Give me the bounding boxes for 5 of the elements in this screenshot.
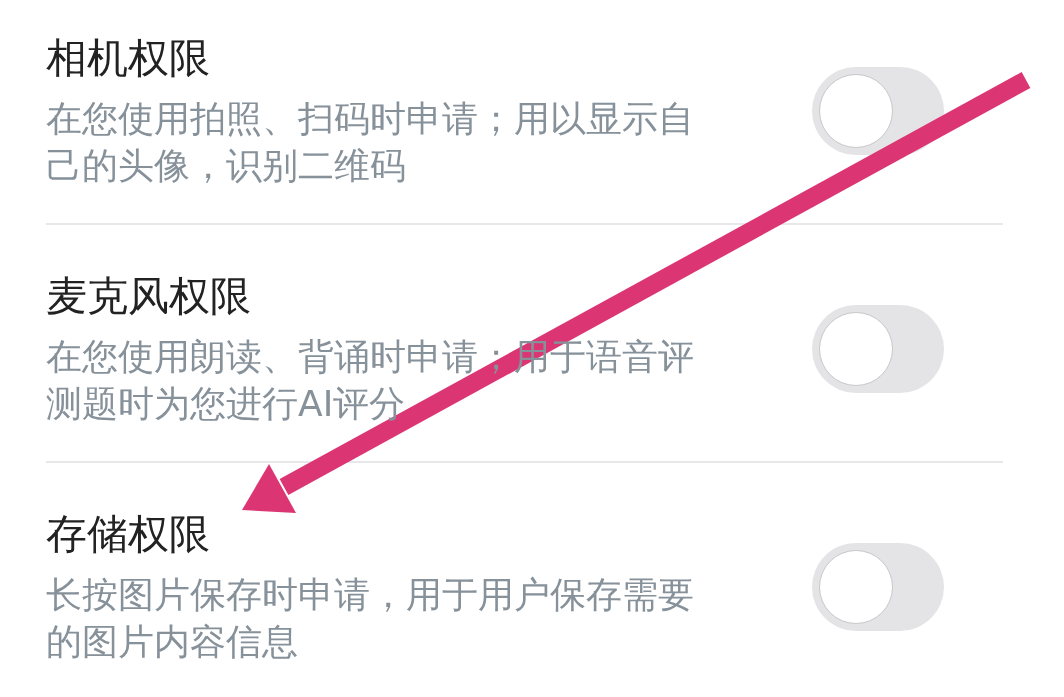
permission-title: 麦克风权限 bbox=[46, 271, 251, 321]
permission-description: 长按图片保存时申请，用于用户保存需要的图片内容信息 bbox=[46, 573, 695, 664]
permission-title: 相机权限 bbox=[46, 33, 210, 83]
permission-description: 在您使用拍照、扫码时申请；用以显示自己的头像，识别二维码 bbox=[46, 97, 695, 188]
permission-title: 存储权限 bbox=[46, 509, 210, 559]
